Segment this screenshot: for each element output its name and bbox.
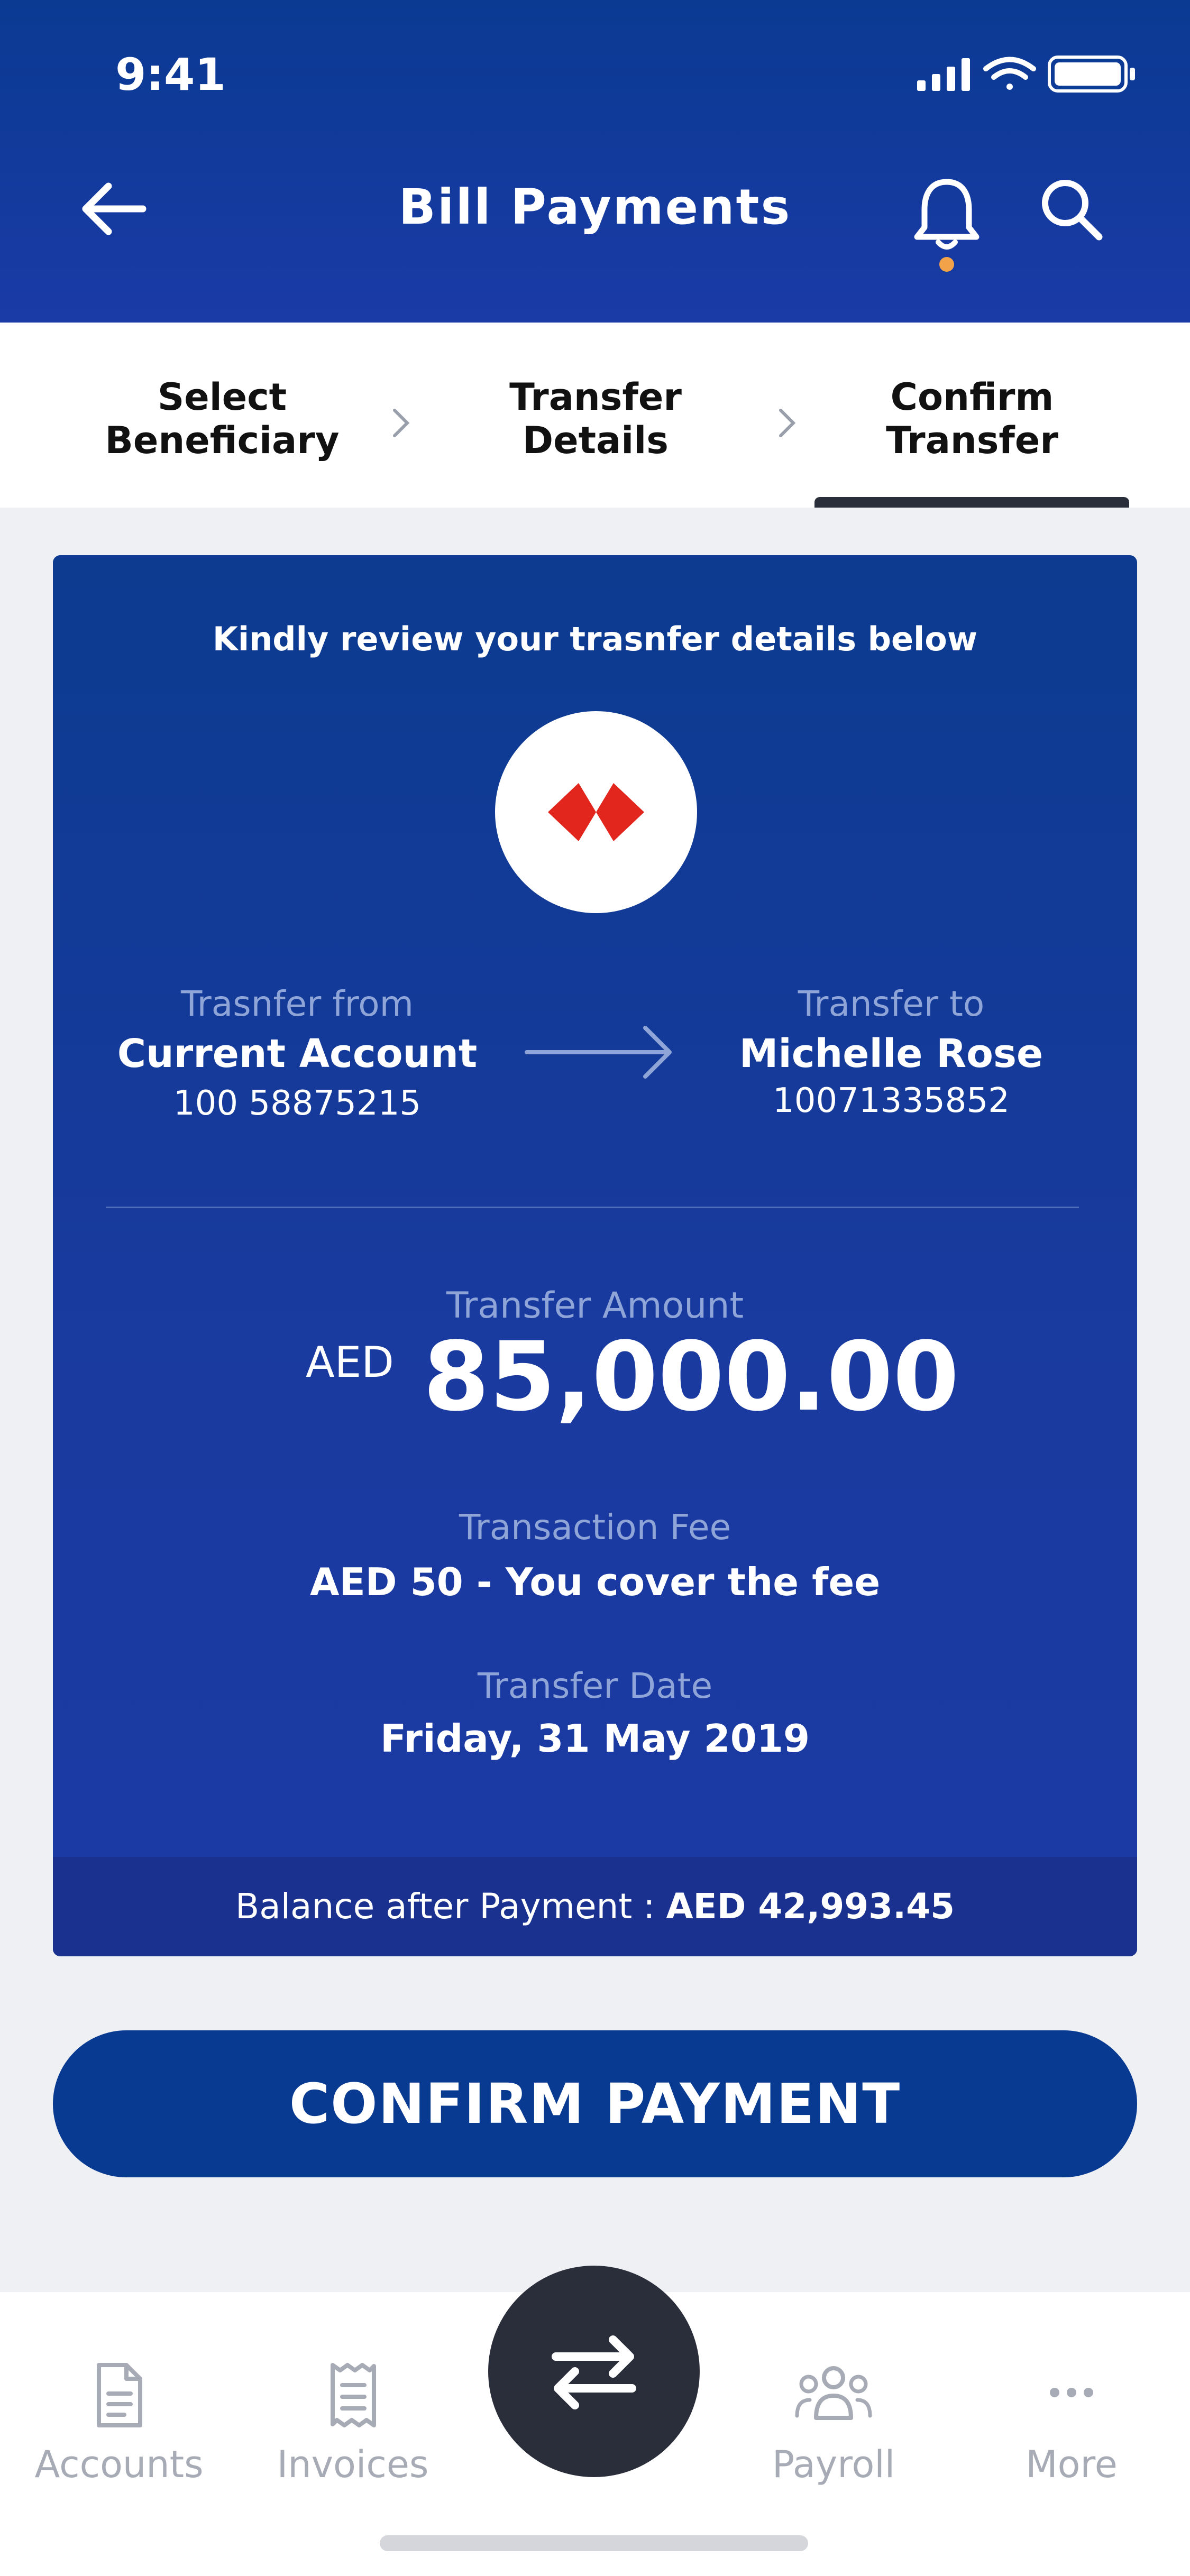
- tab-accounts[interactable]: Accounts: [24, 2361, 214, 2498]
- people-icon: [795, 2366, 872, 2420]
- home-indicator: [380, 2535, 808, 2551]
- bell-icon: [914, 179, 980, 272]
- receipt-icon: [331, 2363, 376, 2427]
- arrow-right-icon: [525, 1026, 672, 1079]
- app-header: 9:41 Bill Payments: [0, 0, 1190, 323]
- balance-label: Balance after Payment :: [235, 1886, 655, 1927]
- wifi-icon: [983, 57, 1036, 90]
- to-label: Transfer to: [798, 983, 985, 1024]
- step-label: Transfer: [509, 375, 682, 419]
- amount-value: 85,000.00: [423, 1322, 959, 1432]
- step-label: Select: [157, 375, 287, 419]
- notifications-button[interactable]: [910, 174, 984, 275]
- active-step-indicator: [814, 497, 1129, 508]
- step-select-beneficiary[interactable]: Select Beneficiary: [85, 375, 360, 462]
- transfer-fab-button[interactable]: [488, 2266, 700, 2477]
- fee-label: Transaction Fee: [459, 1507, 731, 1548]
- step-label: Confirm: [890, 375, 1054, 419]
- tab-more[interactable]: More: [976, 2361, 1167, 2498]
- transfer-arrows-icon: [552, 2335, 636, 2409]
- step-transfer-details[interactable]: Transfer Details: [458, 375, 733, 462]
- date-label: Transfer Date: [477, 1666, 713, 1706]
- from-account-number: 100 58875215: [173, 1084, 422, 1123]
- transfer-stepper: Select Beneficiary Transfer Details Conf…: [0, 323, 1190, 508]
- fee-value: AED 50 - You cover the fee: [309, 1560, 881, 1604]
- tab-label: More: [1026, 2443, 1118, 2486]
- tab-invoices[interactable]: Invoices: [258, 2361, 448, 2498]
- tab-payroll[interactable]: Payroll: [738, 2361, 929, 2498]
- from-label: Trasnfer from: [181, 983, 414, 1024]
- hexagon-logo-icon: [548, 783, 644, 841]
- beneficiary-name: Michelle Rose: [739, 1031, 1043, 1077]
- page-title: Bill Payments: [398, 179, 792, 235]
- notification-dot: [939, 257, 954, 272]
- step-label: Transfer: [886, 419, 1058, 462]
- search-icon[interactable]: [1037, 174, 1105, 243]
- more-dots-icon: [1050, 2388, 1093, 2397]
- chevron-right-icon: [779, 409, 796, 437]
- bank-logo: [495, 711, 697, 913]
- beneficiary-account-number: 10071335852: [773, 1081, 1010, 1120]
- battery-icon: [1048, 56, 1135, 93]
- step-label: Details: [523, 419, 669, 462]
- status-icons: [917, 56, 1135, 93]
- from-account-name: Current Account: [117, 1031, 478, 1077]
- document-icon: [97, 2363, 142, 2427]
- divider: [106, 1207, 1079, 1208]
- balance-value: AED 42,993.45: [666, 1886, 955, 1927]
- signal-icon: [917, 58, 970, 91]
- date-value: Friday, 31 May 2019: [380, 1716, 810, 1761]
- step-label: Beneficiary: [105, 419, 340, 462]
- step-confirm-transfer[interactable]: Confirm Transfer: [835, 375, 1110, 462]
- transfer-review-card: Kindly review your trasnfer details belo…: [53, 555, 1137, 1956]
- review-intro: Kindly review your trasnfer details belo…: [212, 620, 978, 658]
- confirm-payment-button[interactable]: CONFIRM PAYMENT: [53, 2030, 1137, 2177]
- status-time: 9:41: [115, 49, 226, 100]
- amount-currency: AED: [306, 1338, 394, 1387]
- tab-label: Payroll: [772, 2443, 895, 2486]
- tab-label: Invoices: [277, 2443, 429, 2486]
- amount-label: Transfer Amount: [446, 1285, 744, 1327]
- balance-after-payment: Balance after Payment : AED 42,993.45: [53, 1857, 1137, 1956]
- tab-label: Accounts: [34, 2443, 204, 2486]
- chevron-right-icon: [393, 409, 410, 437]
